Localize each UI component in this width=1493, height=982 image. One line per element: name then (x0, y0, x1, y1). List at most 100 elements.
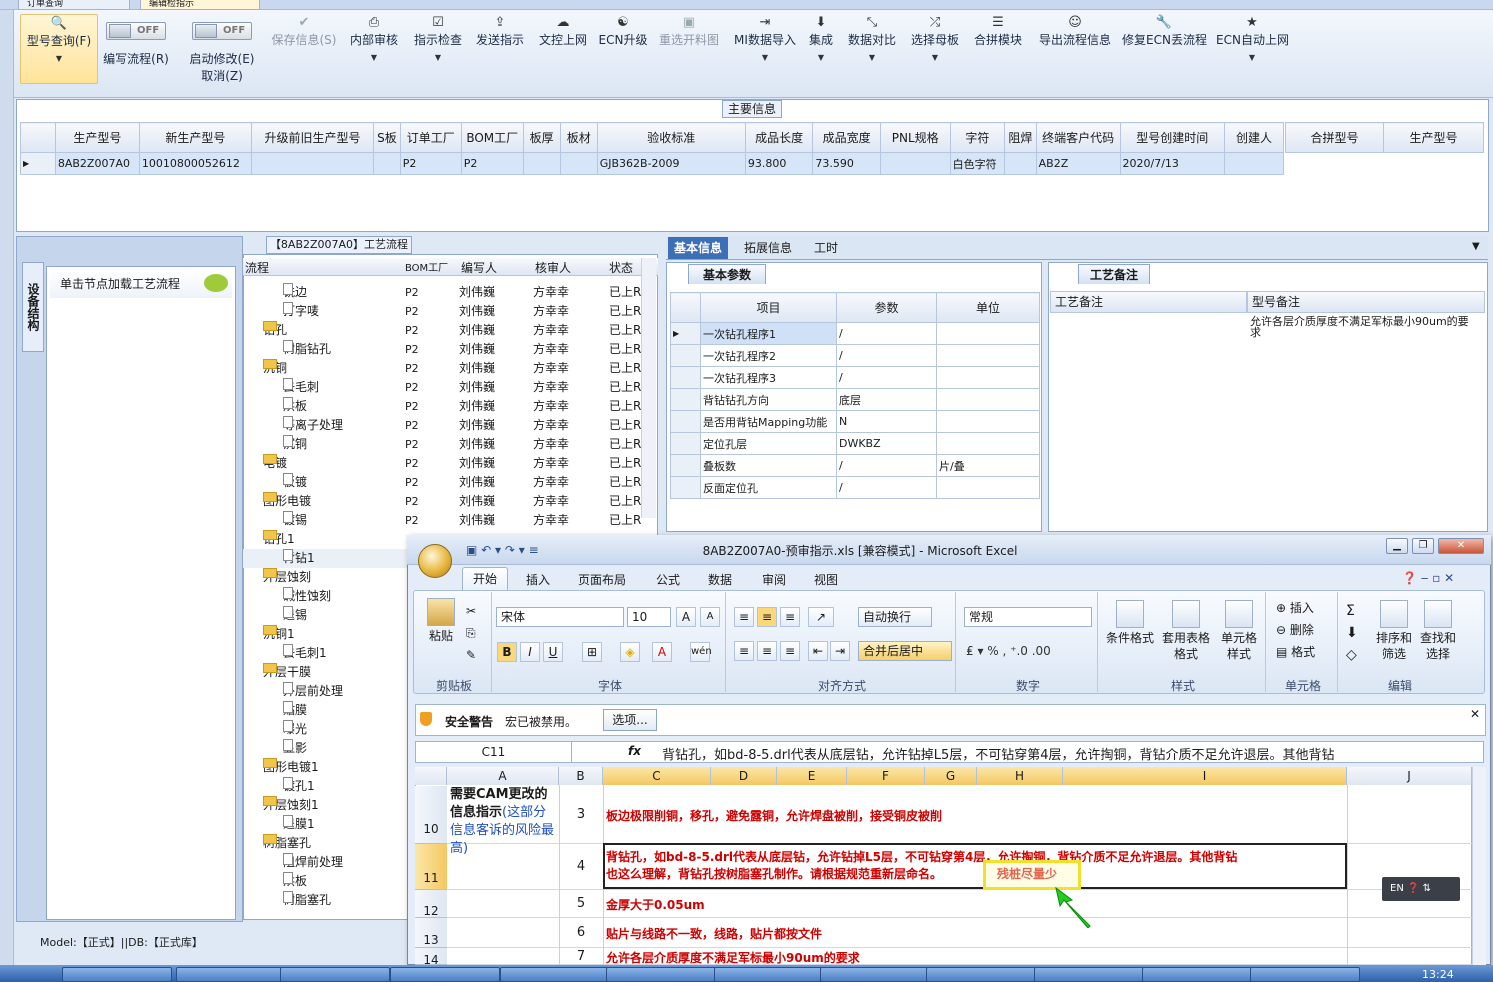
increase-indent-icon[interactable]: ⇥ (830, 641, 850, 661)
main-cell[interactable] (559, 152, 598, 175)
shrink-font-icon[interactable]: A (700, 607, 720, 627)
grow-font-icon[interactable]: A (676, 607, 696, 627)
column-header[interactable]: C (603, 767, 711, 785)
help-icon[interactable]: ❓ ‒ ▫ ✕ (1402, 571, 1454, 585)
align-bottom-icon[interactable]: ≡ (780, 607, 800, 627)
internal-review-button[interactable]: ⎙ 内部审核 ▼ (348, 14, 400, 92)
number-format-icons[interactable]: ₤ ▾ % , ⁺.0 .00 (966, 644, 1051, 658)
main-cell[interactable]: GJB362B-2009 (596, 152, 746, 175)
integrate-button[interactable]: ⬇ 集成 ▼ (806, 14, 836, 92)
taskbar-item[interactable] (714, 967, 824, 982)
format-cells-button[interactable]: ▤ 格式 (1276, 643, 1315, 660)
fill-color-icon[interactable]: ◈ (620, 642, 640, 662)
close-icon[interactable]: ✕ (1438, 538, 1484, 554)
tab-edit-instruction[interactable]: 编辑检指示 (140, 0, 260, 10)
cell-a10[interactable]: 需要CAM更改的信息指示(这部分信息客诉的风险最高) (450, 786, 556, 858)
ecn-upgrade-button[interactable]: ☯ ECN升级 (598, 14, 648, 92)
orientation-icon[interactable]: ↗ (808, 607, 834, 627)
paste-button[interactable]: 粘贴 (424, 598, 458, 644)
flow-row[interactable]: 烘板 P2 刘伟巍 方幸幸 已上R (243, 397, 643, 416)
main-cell[interactable]: 2020/7/13 (1119, 152, 1226, 175)
chevron-down-icon[interactable]: ▼ (1472, 241, 1480, 252)
param-row[interactable]: 是否用背钻Mapping功能 N (670, 410, 1040, 433)
column-header[interactable]: B (559, 767, 603, 785)
param-cell[interactable]: 一次钻孔程序2 (700, 344, 837, 367)
tab-review[interactable]: 审阅 (762, 571, 786, 588)
taskbar-item[interactable] (1250, 967, 1360, 982)
param-cell[interactable]: / (836, 476, 937, 499)
save-info-button[interactable]: ✔ 保存信息(S) (268, 14, 340, 92)
param-cell[interactable]: / (836, 366, 937, 389)
taskbar-item[interactable] (62, 967, 172, 982)
param-row[interactable]: 叠板数 / 片/叠 (670, 454, 1040, 477)
align-middle-icon[interactable]: ≡ (757, 607, 777, 627)
cell-c[interactable]: 贴片与线路不一致，线路，贴片都按文件 (606, 925, 822, 942)
param-cell[interactable]: 反面定位孔 (700, 476, 837, 499)
main-cell[interactable]: 白色字符 (949, 152, 1006, 175)
column-header[interactable]: I (1063, 767, 1347, 785)
param-cell[interactable]: 一次钻孔程序1 (700, 322, 837, 345)
main-cell[interactable]: 8AB2Z007A0 (54, 152, 140, 175)
param-cell[interactable] (936, 476, 1040, 499)
tab-formulas[interactable]: 公式 (656, 571, 680, 588)
flow-row[interactable]: 板镀 P2 刘伟巍 方幸幸 已上R (243, 473, 643, 492)
taskbar-item[interactable] (390, 967, 500, 982)
flow-row[interactable]: 打字唛 P2 刘伟巍 方幸幸 已上R (243, 302, 643, 321)
minimize-icon[interactable]: ▁ (1386, 538, 1408, 554)
flow-scrollbar[interactable] (641, 258, 656, 518)
close-icon[interactable]: ✕ (1470, 707, 1480, 721)
font-name-select[interactable]: 宋体 (496, 607, 624, 627)
options-button[interactable]: 选项... (603, 709, 657, 731)
office-button[interactable] (418, 544, 452, 578)
taskbar-item[interactable] (926, 967, 1036, 982)
main-cell[interactable] (879, 152, 951, 175)
cell-b[interactable]: 5 (559, 896, 603, 911)
maximize-icon[interactable]: ❐ (1412, 538, 1434, 554)
ime-indicator[interactable]: EN ❓ ⇅ (1382, 877, 1460, 901)
name-box[interactable]: C11 (416, 742, 572, 762)
format-as-table-button[interactable]: 套用表格格式 (1158, 600, 1214, 662)
param-cell[interactable]: 片/叠 (936, 454, 1040, 477)
device-structure-tab[interactable]: 设备结构 (22, 262, 44, 352)
tab-basic-info[interactable]: 基本信息 (668, 237, 729, 259)
flow-row[interactable]: −钻孔 P2 刘伟巍 方幸幸 已上R (243, 321, 643, 340)
cell-c[interactable]: 金厚大于0.05um (606, 896, 705, 913)
param-row[interactable]: 一次钻孔程序3/ (670, 366, 1040, 389)
param-cell[interactable] (936, 322, 1040, 345)
main-cell[interactable]: 93.800 (744, 152, 814, 175)
taskbar-item[interactable] (606, 967, 716, 982)
select-mother-board-button[interactable]: ⤮ 选择母板 ▼ (908, 14, 962, 92)
model-query-button[interactable]: 🔍 型号查询(F) ▼ (20, 14, 98, 84)
taskbar-item[interactable] (1142, 967, 1252, 982)
param-cell[interactable]: 底层 (836, 388, 937, 411)
param-cell[interactable]: 是否用背钻Mapping功能 (700, 410, 837, 433)
cell-styles-button[interactable]: 单元格样式 (1216, 600, 1262, 662)
param-cell[interactable]: 一次钻孔程序3 (700, 366, 837, 389)
flow-row[interactable]: 镀锡 P2 刘伟巍 方幸幸 已上R (243, 511, 643, 530)
param-row[interactable]: 反面定位孔 / (670, 476, 1040, 499)
font-size-select[interactable]: 10 (627, 607, 671, 627)
tab-work-hours[interactable]: 工时 (808, 237, 844, 259)
tab-page-layout[interactable]: 页面布局 (578, 571, 626, 588)
formula-input[interactable]: 背钻孔，如bd-8-5.drl代表从底层钻，允许钻掉L5层，不可钻穿第4层，允许… (662, 744, 1462, 763)
main-cell[interactable]: P2 (460, 152, 524, 175)
param-cell[interactable] (936, 432, 1040, 455)
reselect-cut-chart-button[interactable]: ▣ 重选开料图 (656, 14, 722, 92)
mi-import-button[interactable]: ⇥ MI数据导入 ▼ (732, 14, 798, 92)
merge-module-button[interactable]: ☰ 合拼模块 (972, 14, 1024, 92)
param-cell[interactable]: / (836, 454, 937, 477)
param-cell[interactable]: 背钻钻孔方向 (700, 388, 837, 411)
param-cell[interactable]: / (836, 322, 937, 345)
quick-access-toolbar[interactable]: ▣ ↶ ▾ ↷ ▾ ≡ (466, 543, 539, 557)
cell-b[interactable]: 7 (559, 949, 603, 964)
cut-copy-format-icons[interactable]: ✂ ⎘ ✎ (466, 600, 476, 666)
cell-c[interactable]: 板边极限削铜，移孔，避免露铜，允许焊盘被削，接受铜皮被削 (606, 807, 942, 824)
underline-icon[interactable]: U (543, 642, 563, 662)
column-header[interactable]: G (925, 767, 977, 785)
send-instruction-button[interactable]: ⇪ 发送指示 (474, 14, 526, 92)
tab-data[interactable]: 数据 (708, 571, 732, 588)
main-cell[interactable] (372, 152, 401, 175)
start-modify-toggle[interactable]: OFF (192, 22, 252, 40)
number-format-select[interactable]: 常规 (964, 607, 1092, 627)
model-notes-text[interactable]: 允许各层介质厚度不满足军标最小90um的要求 (1250, 316, 1472, 338)
